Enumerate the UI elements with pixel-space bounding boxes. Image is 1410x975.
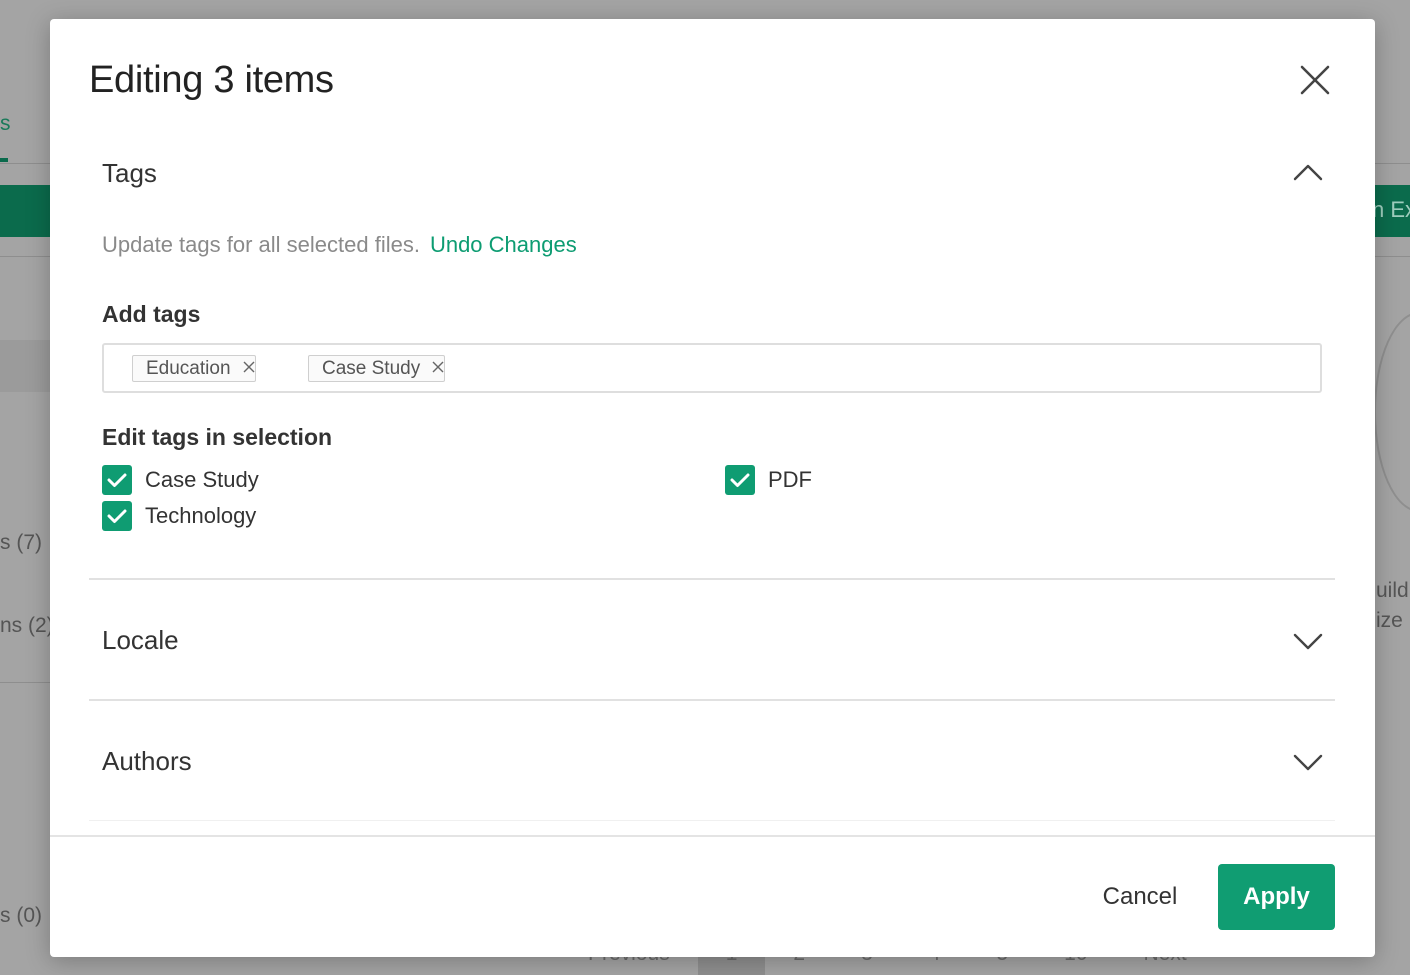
section-label-authors: Authors [102, 746, 192, 776]
checkbox-label: Technology [145, 503, 257, 528]
cancel-button[interactable]: Cancel [1085, 864, 1195, 930]
undo-changes-link[interactable]: Undo Changes [430, 232, 577, 257]
section-divider [89, 578, 1335, 580]
tags-helper: Update tags for all selected files. Undo … [102, 232, 577, 258]
checkbox-checked-icon [102, 465, 132, 495]
bg-text-fragment: uild [1376, 579, 1409, 602]
add-tags-label: Add tags [102, 301, 201, 327]
edit-tags-label: Edit tags in selection [102, 424, 333, 450]
close-icon [1300, 65, 1330, 95]
section-divider [89, 699, 1335, 701]
bg-divider [0, 256, 52, 257]
section-label-tags: Tags [102, 158, 157, 188]
tags-helper-text: Update tags for all selected files. [102, 232, 420, 257]
bg-list-item: ns (2) [0, 614, 54, 637]
checkbox-checked-icon [102, 501, 132, 531]
bg-divider [0, 163, 52, 164]
checkbox-label: PDF [768, 467, 812, 492]
bg-green-button: n Ex [1372, 185, 1410, 237]
chevron-up-icon [1292, 161, 1324, 183]
remove-tag-icon[interactable] [243, 361, 255, 373]
section-header-authors[interactable]: Authors [102, 746, 1324, 778]
bg-button-fragment: n Ex [1372, 197, 1410, 222]
tag-chip-education: Education [132, 355, 256, 382]
bg-divider [1372, 163, 1410, 164]
section-header-locale[interactable]: Locale [102, 625, 1324, 657]
checkbox-label: Case Study [145, 467, 259, 492]
close-button[interactable] [1298, 63, 1332, 97]
tag-chip-case-study: Case Study [308, 355, 446, 382]
bg-tab-fragment: s [0, 112, 11, 135]
bg-divider [0, 682, 52, 683]
add-tags-input[interactable]: Education Case Study [102, 343, 1322, 393]
bg-circle-graphic [1374, 312, 1410, 512]
section-header-tags[interactable]: Tags [102, 158, 1324, 190]
checkbox-technology[interactable]: Technology [102, 501, 256, 531]
bg-list-item: s (0) [0, 904, 42, 927]
apply-button[interactable]: Apply [1218, 864, 1335, 930]
tag-chip-label: Case Study [322, 358, 421, 379]
modal-title: Editing 3 items [89, 59, 334, 101]
checkbox-pdf[interactable]: PDF [725, 465, 812, 495]
chevron-down-icon [1292, 752, 1324, 774]
bg-list-item: s (7) [0, 531, 42, 554]
bg-panel [0, 340, 52, 392]
tag-chip-label: Education [146, 358, 231, 379]
bg-divider [1372, 256, 1410, 257]
checkbox-checked-icon [725, 465, 755, 495]
edit-items-modal: Editing 3 items Tags Update tags for all… [50, 19, 1375, 957]
bg-text-fragment: ize [1376, 609, 1403, 632]
footer-divider [50, 835, 1375, 837]
bg-green-bar [0, 185, 52, 237]
checkbox-case-study[interactable]: Case Study [102, 465, 259, 495]
bg-tab-underline [0, 158, 8, 162]
remove-tag-icon[interactable] [432, 361, 444, 373]
section-label-locale: Locale [102, 625, 179, 655]
section-divider [89, 820, 1335, 821]
chevron-down-icon [1292, 631, 1324, 653]
